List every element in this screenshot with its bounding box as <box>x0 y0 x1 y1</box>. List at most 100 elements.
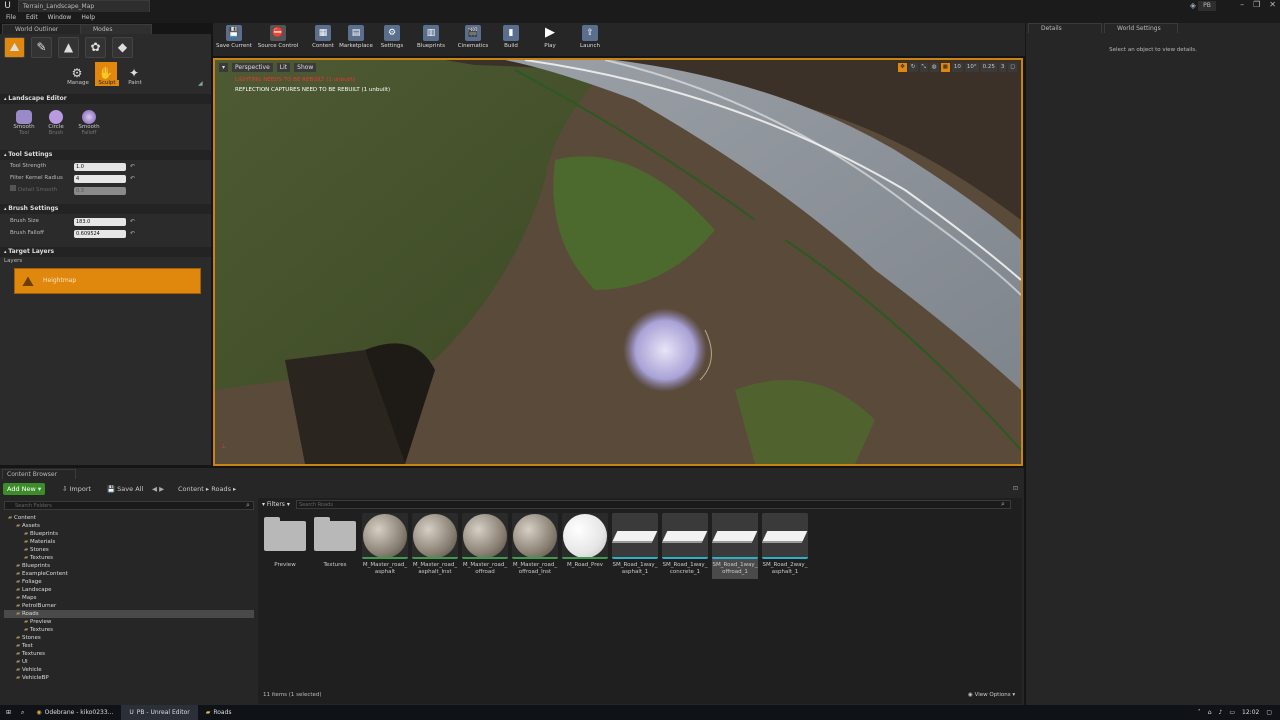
camera-speed-value[interactable]: 3 <box>998 63 1007 72</box>
road-mesh-icon <box>612 531 658 541</box>
view-options-button[interactable]: ◉ View Options ▾ <box>968 692 1015 698</box>
build-button[interactable]: ▮ Build <box>493 25 529 55</box>
task-explorer[interactable]: ▰ Roads <box>198 705 240 720</box>
asset-tile[interactable]: SM_Road_2way_asphalt_1 <box>762 513 808 579</box>
launch-icon: ⇪ <box>582 25 598 41</box>
clock[interactable]: 12:02 <box>1242 709 1259 716</box>
volume-icon[interactable]: ♪ <box>1219 709 1223 716</box>
asset-label: M_Master_road_offroad_Inst <box>512 562 558 575</box>
menu-file[interactable]: File <box>6 13 16 23</box>
tray-up-icon[interactable]: ˄ <box>1198 709 1201 716</box>
options-chevron-icon[interactable]: ◢ <box>198 80 203 87</box>
foliage-mode-icon[interactable]: ✿ <box>85 37 106 58</box>
transform-icon[interactable]: ✥ <box>898 63 907 72</box>
scale-snap-value[interactable]: 0.25 <box>980 63 997 72</box>
asset-tile[interactable]: SM_Road_1way_asphalt_1 <box>612 513 658 579</box>
minimize-icon[interactable]: – <box>1240 0 1244 12</box>
launch-button[interactable]: ⇪ Launch <box>572 25 608 55</box>
unreal-icon: U <box>129 709 134 716</box>
world-icon[interactable]: ◍ <box>929 63 939 72</box>
target-layers-header[interactable]: Target Layers <box>0 247 211 257</box>
show-button[interactable]: Show <box>294 63 317 72</box>
grid-snap-icon[interactable]: ▦ <box>940 63 950 72</box>
tool-settings-header[interactable]: Tool Settings <box>0 150 211 160</box>
material-sphere-icon <box>513 514 557 557</box>
grid-snap-value[interactable]: 10 <box>951 63 963 72</box>
reset-arrow-icon[interactable]: ↶ <box>130 175 136 183</box>
asset-tile[interactable]: M_Master_road_offroad_Inst <box>512 513 558 579</box>
play-button[interactable]: ▶ Play <box>532 25 568 55</box>
material-thumbnail <box>512 513 558 559</box>
landscape-editor-header[interactable]: Landscape Editor <box>0 94 211 104</box>
asset-tile[interactable]: M_Master_road_offroad <box>462 513 508 579</box>
tab-world-outliner[interactable]: World Outliner <box>2 24 82 34</box>
viewport-options: ▾ Perspective Lit Show <box>219 63 317 72</box>
content-button[interactable]: ▦ Content <box>305 25 341 55</box>
brush-settings-header[interactable]: Brush Settings <box>0 204 211 214</box>
menu-edit[interactable]: Edit <box>26 13 38 23</box>
network-icon[interactable]: ⌂ <box>1208 709 1212 716</box>
landscape-mode-icon[interactable]: ▲ <box>58 37 79 58</box>
road-mesh-icon <box>662 531 708 541</box>
marketplace-button[interactable]: ▤ Marketplace <box>338 25 374 55</box>
asset-tile[interactable]: SM_Road_1way_concrete_1 <box>662 513 708 579</box>
circle-brush-button[interactable]: Circle Brush <box>42 110 70 136</box>
level-tab[interactable]: Terrain_Landscape_Map <box>18 0 150 12</box>
source-control-button[interactable]: ⛔ Source Control <box>257 25 299 55</box>
scale-icon[interactable]: ⤡ <box>919 63 928 72</box>
mode-selector: ⛰ ✎ ▲ ✿ ◆ ⚙ Manage ✋ Sculpt ✦ Paint ◢ <box>0 34 211 90</box>
tab-modes[interactable]: Modes <box>80 24 152 34</box>
tab-world-settings[interactable]: World Settings <box>1104 23 1178 33</box>
filter-kernel-field[interactable]: 4 <box>74 175 126 183</box>
paint-mode-icon[interactable]: ✎ <box>31 37 52 58</box>
asset-tile[interactable]: SM_Road_1way_offroad_1 <box>712 513 758 579</box>
lit-button[interactable]: Lit <box>276 63 291 72</box>
static-mesh-thumbnail <box>612 513 658 559</box>
detail-smooth-checkbox[interactable] <box>10 185 16 191</box>
folder-thumbnail <box>262 513 308 559</box>
rotate-icon[interactable]: ↻ <box>908 63 918 72</box>
windows-start-icon[interactable]: ⊞ <box>0 705 17 720</box>
save-current-button[interactable]: 💾 Save Current <box>216 25 252 55</box>
cinematics-button[interactable]: 🎬 Cinematics <box>453 25 493 55</box>
paint-tool[interactable]: ✦ Paint <box>123 62 147 86</box>
project-badge: PB <box>1198 1 1216 11</box>
brush-falloff-field[interactable]: 0.609524 <box>74 230 126 238</box>
smooth-falloff-button[interactable]: Smooth Falloff <box>75 110 103 136</box>
heightmap-layer[interactable]: ⛰ Heightmap <box>14 268 201 294</box>
maximize-viewport-icon[interactable]: ◻ <box>1008 63 1017 72</box>
battery-icon[interactable]: ▭ <box>1229 709 1235 716</box>
sculpt-tool[interactable]: ✋ Sculpt <box>95 62 119 86</box>
material-sphere-icon <box>363 514 407 557</box>
close-icon[interactable]: ✕ <box>1269 0 1276 12</box>
asset-tile[interactable]: M_Master_road_asphalt_Inst <box>412 513 458 579</box>
level-viewport[interactable]: ▾ Perspective Lit Show LIGHTING NEEDS TO… <box>213 58 1023 466</box>
asset-tile[interactable]: M_Road_Prev <box>562 513 608 579</box>
tab-details[interactable]: Details <box>1028 23 1102 33</box>
reset-arrow-icon[interactable]: ↶ <box>130 230 136 238</box>
menu-window[interactable]: Window <box>48 13 72 23</box>
search-icon[interactable]: ⌕ <box>17 705 28 720</box>
reset-arrow-icon[interactable]: ↶ <box>130 163 136 171</box>
brush-size-field[interactable]: 183.0 <box>74 218 126 226</box>
smooth-tool-button[interactable]: Smooth Tool <box>10 110 38 136</box>
reset-arrow-icon[interactable]: ↶ <box>130 218 136 226</box>
task-browser[interactable]: ◉ Odebrane - kiko0233... <box>28 705 121 720</box>
asset-tile[interactable]: Preview <box>262 513 308 579</box>
settings-button[interactable]: ⚙ Settings <box>374 25 410 55</box>
viewport-menu-icon[interactable]: ▾ <box>219 63 229 72</box>
place-mode-icon[interactable]: ⛰ <box>4 37 25 58</box>
rotation-snap-value[interactable]: 10° <box>964 63 979 72</box>
blueprints-button[interactable]: ▥ Blueprints <box>413 25 449 55</box>
notifications-icon[interactable]: ▢ <box>1266 709 1272 716</box>
source-control-icon[interactable]: ◈ <box>1190 1 1196 10</box>
task-unreal[interactable]: U PB - Unreal Editor <box>121 705 198 720</box>
manage-tool[interactable]: ⚙ Manage <box>66 62 90 86</box>
asset-tile[interactable]: Textures <box>312 513 358 579</box>
maximize-icon[interactable]: ❐ <box>1253 0 1260 12</box>
tool-strength-field[interactable]: 1.0 <box>74 163 126 171</box>
geometry-mode-icon[interactable]: ◆ <box>112 37 133 58</box>
perspective-button[interactable]: Perspective <box>232 63 273 72</box>
menu-help[interactable]: Help <box>81 13 95 23</box>
asset-tile[interactable]: M_Master_road_asphalt <box>362 513 408 579</box>
